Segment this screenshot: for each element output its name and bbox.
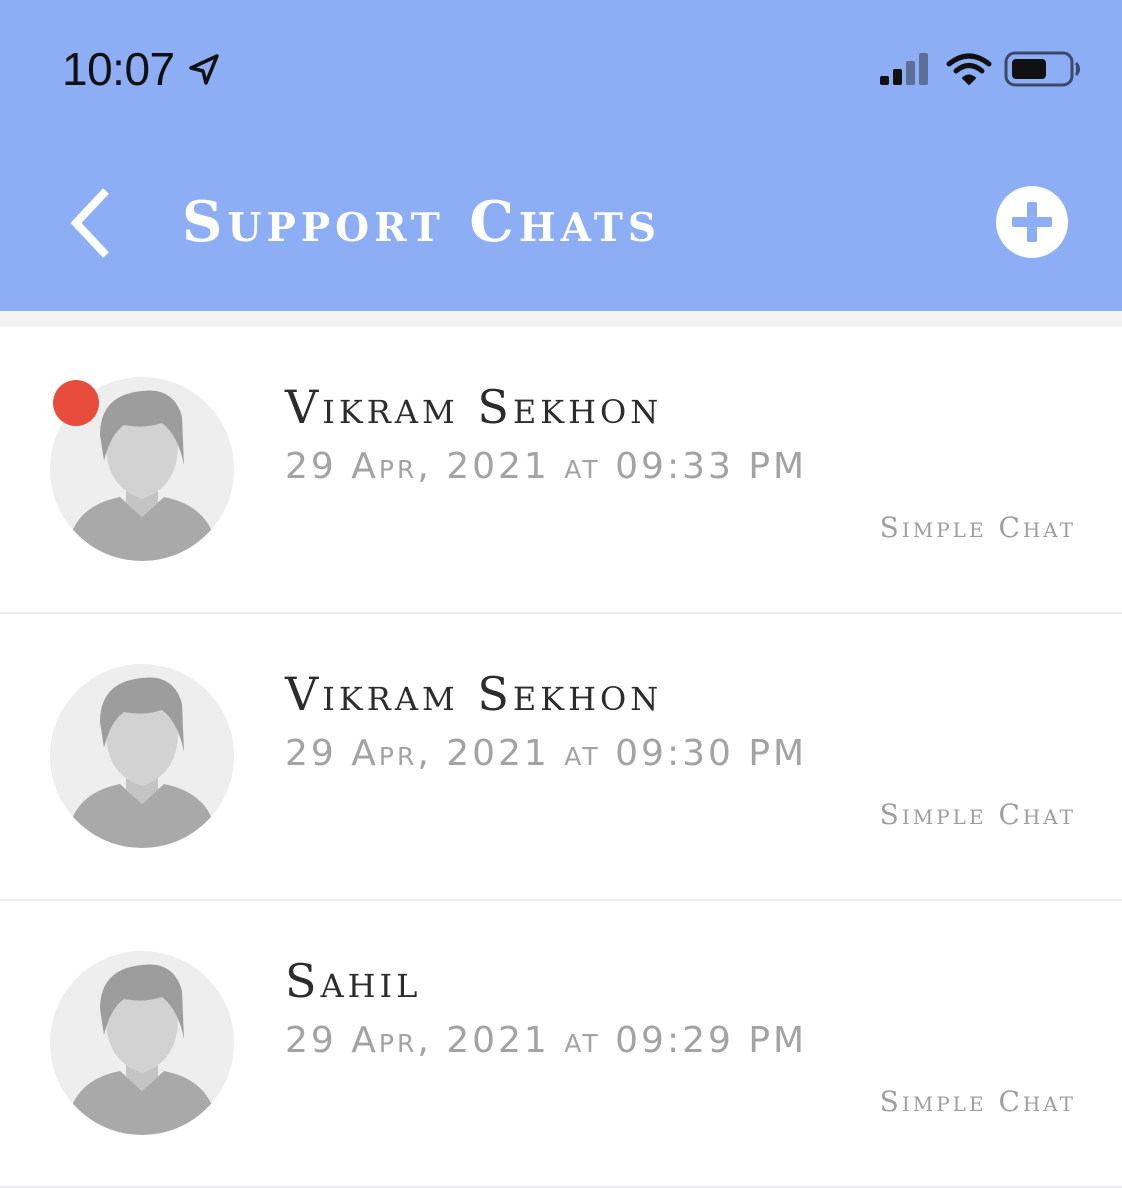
chat-list-item[interactable]: Vikram Sekhon 29 Apr, 2021 at 09:30 PM S… bbox=[0, 614, 1122, 901]
chat-timestamp: 29 Apr, 2021 at 09:30 PM bbox=[285, 733, 808, 774]
page-title: Support Chats bbox=[182, 189, 662, 255]
chat-type: Simple Chat bbox=[879, 511, 1076, 544]
location-arrow-icon bbox=[189, 54, 219, 85]
default-avatar-icon bbox=[50, 664, 234, 848]
chat-timestamp: 29 Apr, 2021 at 09:29 PM bbox=[285, 1020, 808, 1061]
chat-list-item[interactable]: Sahil 29 Apr, 2021 at 09:29 PM Simple Ch… bbox=[0, 901, 1122, 1188]
app-header: 10:07 Support Chats bbox=[0, 0, 1122, 311]
chat-name: Vikram Sekhon bbox=[285, 380, 663, 434]
back-button[interactable] bbox=[60, 185, 126, 261]
cellular-signal-icon bbox=[880, 53, 928, 85]
chat-type: Simple Chat bbox=[879, 1085, 1076, 1118]
wifi-icon bbox=[946, 53, 992, 85]
avatar bbox=[50, 951, 234, 1135]
plus-circle-icon bbox=[1012, 202, 1052, 242]
default-avatar-icon bbox=[50, 951, 234, 1135]
chat-name: Sahil bbox=[285, 954, 422, 1008]
new-chat-button[interactable] bbox=[996, 186, 1068, 258]
battery-icon bbox=[1004, 51, 1080, 87]
avatar bbox=[50, 664, 234, 848]
chat-list-item[interactable]: Vikram Sekhon 29 Apr, 2021 at 09:33 PM S… bbox=[0, 327, 1122, 614]
chat-type: Simple Chat bbox=[879, 798, 1076, 831]
chat-timestamp: 29 Apr, 2021 at 09:33 PM bbox=[285, 446, 808, 487]
unread-indicator bbox=[53, 380, 99, 426]
chat-name: Vikram Sekhon bbox=[285, 667, 663, 721]
status-time: 10:07 bbox=[62, 43, 175, 95]
chevron-left-icon bbox=[70, 188, 109, 258]
list-top-divider bbox=[0, 311, 1122, 327]
chat-list: Vikram Sekhon 29 Apr, 2021 at 09:33 PM S… bbox=[0, 327, 1122, 1188]
